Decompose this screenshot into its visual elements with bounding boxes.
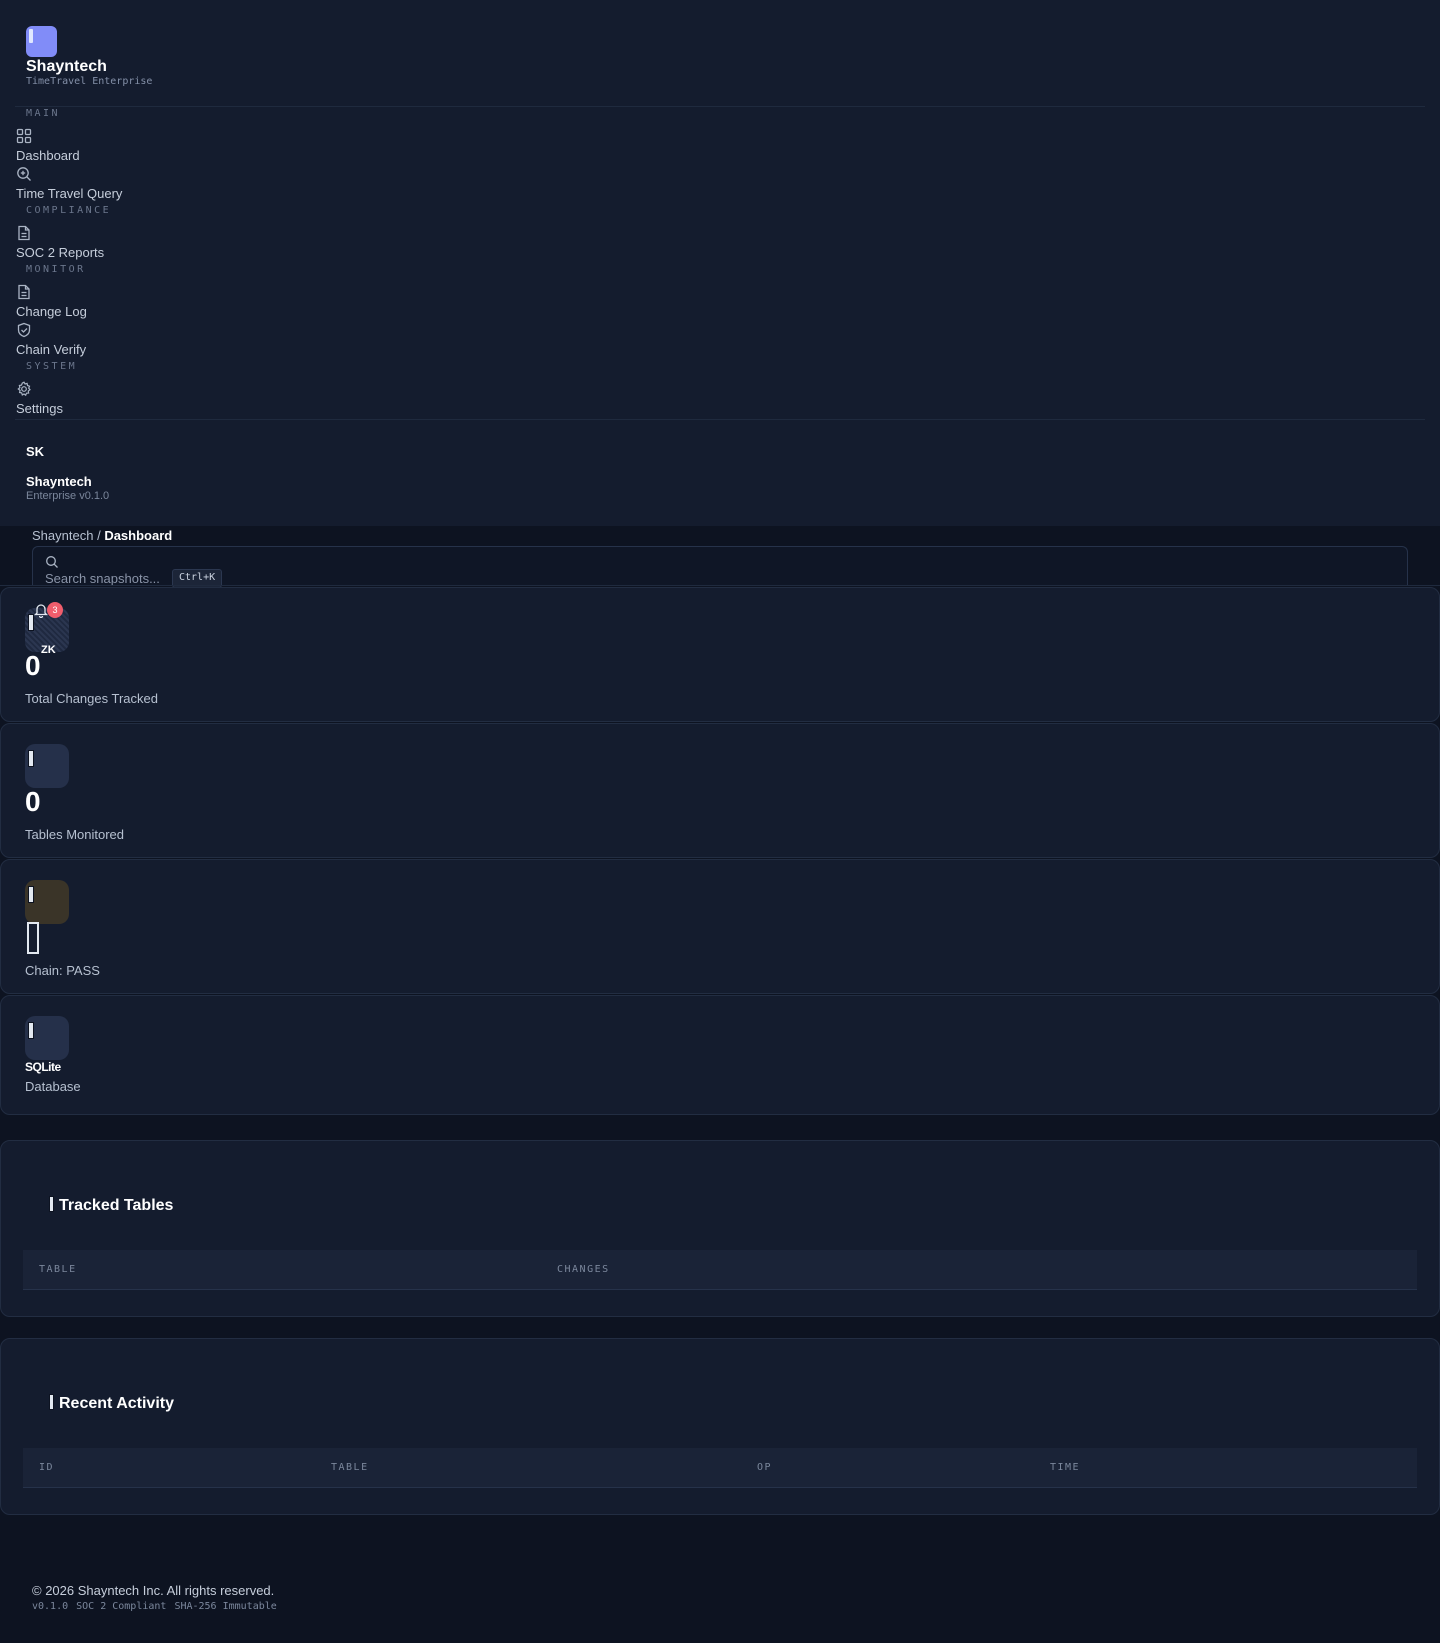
search-placeholder: Search snapshots...	[45, 571, 160, 586]
stat-label: Tables Monitored	[25, 827, 124, 842]
brand-subtitle: TimeTravel Enterprise	[26, 76, 153, 87]
nav-section-compliance: COMPLIANCE	[26, 205, 112, 216]
recent-activity-panel: Recent Activity ID TABLE OP TIME	[0, 1338, 1440, 1515]
user-avatar[interactable]: SK	[26, 444, 44, 459]
sidebar-divider	[15, 419, 1425, 420]
nav-section-system: SYSTEM	[26, 361, 78, 372]
sidebar-item-time-travel-query[interactable]: Time Travel Query	[16, 166, 216, 204]
panel-title: Tracked Tables	[49, 1196, 173, 1215]
grid-icon	[16, 128, 32, 144]
stat-card-total-changes: 3 ZK 0 Total Changes Tracked	[0, 587, 1440, 722]
column-header[interactable]: TABLE	[39, 1264, 77, 1275]
tracked-tables-panel: Tracked Tables TABLE CHANGES	[0, 1140, 1440, 1317]
search-input[interactable]: Search snapshots... Ctrl+K	[32, 546, 1408, 588]
stat-label: Database	[25, 1079, 81, 1094]
sidebar-item-label: Time Travel Query	[16, 186, 123, 201]
zoom-icon	[17, 167, 31, 181]
nav-section-monitor: MONITOR	[26, 264, 86, 275]
breadcrumb-current: Dashboard	[104, 528, 173, 543]
stat-value-glyph	[27, 922, 39, 954]
stat-icon	[25, 1016, 69, 1060]
table-header: ID TABLE OP TIME	[23, 1448, 1417, 1488]
footer-hash: SHA-256 Immutable	[174, 1601, 277, 1612]
user-version: Enterprise v0.1.0	[26, 490, 110, 502]
breadcrumb: Shayntech / Dashboard	[32, 528, 172, 543]
column-header[interactable]: TABLE	[331, 1462, 369, 1473]
header-divider	[0, 585, 1440, 586]
document-icon	[18, 225, 30, 241]
sidebar-item-label: Settings	[16, 401, 63, 416]
sidebar-item-label: Chain Verify	[16, 342, 87, 357]
stat-value: 0	[25, 650, 41, 681]
sidebar-item-dashboard[interactable]: Dashboard	[16, 128, 216, 166]
sidebar-item-change-log[interactable]: Change Log	[16, 284, 216, 322]
table-icon	[49, 1196, 54, 1212]
column-header[interactable]: TIME	[1050, 1462, 1080, 1473]
search-icon	[46, 556, 58, 568]
footer-meta: v0.1.0 SOC 2 Compliant SHA-256 Immutable	[32, 1601, 285, 1612]
stat-label: Chain: PASS	[25, 963, 100, 978]
table-header: TABLE CHANGES	[23, 1250, 1417, 1290]
activity-icon	[49, 1394, 54, 1410]
sidebar-item-label: Change Log	[16, 304, 87, 319]
stat-label: Total Changes Tracked	[25, 691, 158, 706]
sidebar-divider	[15, 106, 1425, 107]
breadcrumb-root[interactable]: Shayntech	[32, 528, 93, 543]
notification-badge: 3	[47, 602, 63, 618]
breadcrumb-separator: /	[97, 528, 101, 543]
sidebar-item-settings[interactable]: Settings	[16, 381, 216, 419]
panel-title: Recent Activity	[49, 1394, 174, 1413]
bell-icon[interactable]	[34, 602, 48, 618]
footer-copyright: © 2026 Shayntech Inc. All rights reserve…	[32, 1583, 275, 1598]
gear-icon	[17, 381, 31, 397]
document-icon	[18, 284, 30, 300]
footer-version: v0.1.0	[32, 1601, 69, 1612]
stat-value: SQLite	[25, 1060, 61, 1074]
nav-section-main: MAIN	[26, 108, 61, 119]
sidebar-item-chain-verify[interactable]: Chain Verify	[16, 322, 216, 360]
stat-value: 0	[25, 786, 41, 817]
column-header[interactable]: ID	[39, 1462, 54, 1473]
sidebar: Shayntech TimeTravel Enterprise MAIN Das…	[0, 0, 1440, 526]
shield-check-icon	[17, 322, 31, 338]
brand-name: Shayntech	[26, 58, 107, 75]
stat-card-database: SQLite Database	[0, 995, 1440, 1115]
column-header[interactable]: CHANGES	[557, 1264, 610, 1275]
footer-compliance: SOC 2 Compliant	[76, 1601, 167, 1612]
brand-logo-icon	[26, 26, 57, 57]
sidebar-item-label: SOC 2 Reports	[16, 245, 105, 260]
stat-icon	[25, 744, 69, 788]
column-header[interactable]: OP	[757, 1462, 772, 1473]
sidebar-item-soc2-reports[interactable]: SOC 2 Reports	[16, 225, 216, 263]
stat-icon	[25, 880, 69, 924]
user-name: Shayntech	[26, 474, 92, 489]
stat-card-chain-status: Chain: PASS	[0, 859, 1440, 994]
sidebar-item-label: Dashboard	[16, 148, 80, 163]
user-avatar-initials[interactable]: ZK	[41, 644, 56, 656]
stat-card-tables-monitored: 0 Tables Monitored	[0, 723, 1440, 858]
